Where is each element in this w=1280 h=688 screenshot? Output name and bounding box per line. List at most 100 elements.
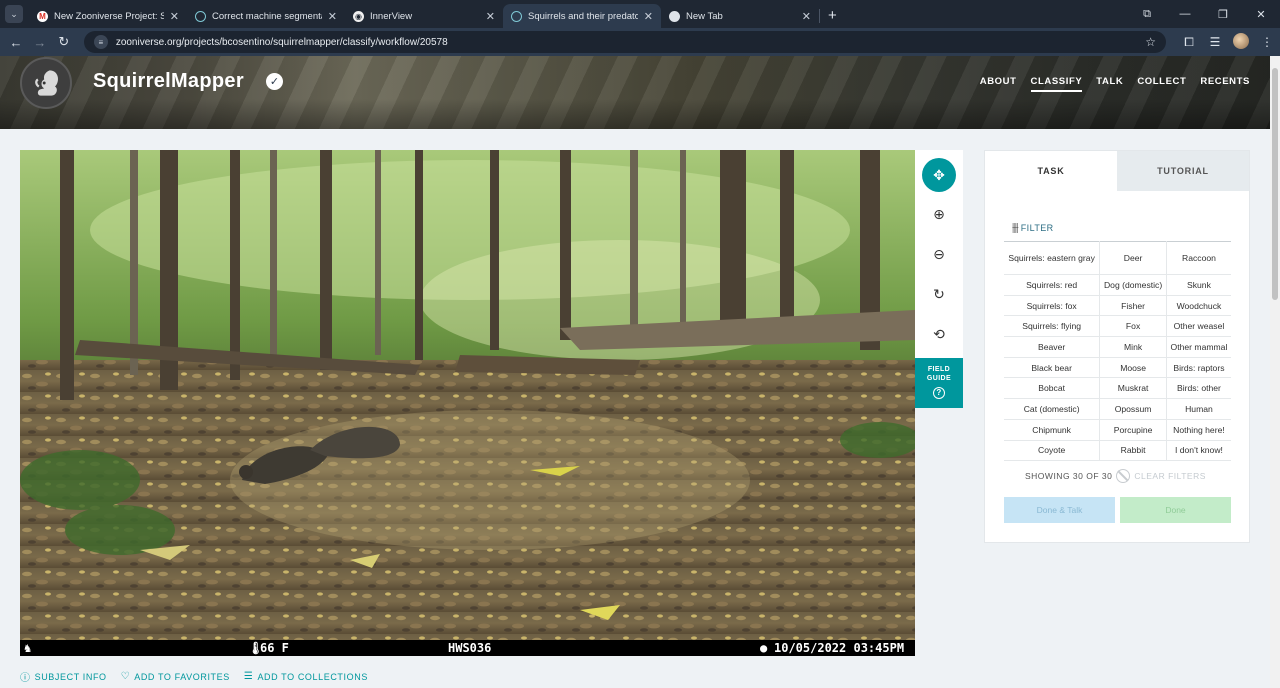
species-choice[interactable]: Moose — [1099, 357, 1167, 379]
species-choice[interactable]: Squirrels: flying — [1004, 315, 1100, 338]
new-tab-plus-icon[interactable]: + — [828, 7, 837, 24]
species-choice[interactable]: Squirrels: eastern gray — [1004, 241, 1100, 275]
tab-search-dropdown-icon[interactable]: ⌄ — [5, 5, 23, 23]
browning-logo-icon: ♞ — [24, 641, 32, 655]
species-choice[interactable]: Chipmunk — [1004, 419, 1100, 441]
reset-icon[interactable]: ⟲ — [922, 317, 956, 351]
tab-separator — [819, 9, 820, 23]
back-arrow-icon[interactable]: ← — [4, 35, 28, 50]
browser-tab-active[interactable]: Squirrels and their predators! | ✕ — [503, 4, 661, 28]
browser-tab[interactable]: Correct machine segmentation ✕ — [187, 4, 345, 28]
add-to-collections-link[interactable]: ☰ ADD TO COLLECTIONS — [244, 669, 368, 684]
forward-arrow-icon[interactable]: → — [28, 35, 52, 50]
species-choice[interactable]: Birds: raptors — [1165, 357, 1231, 379]
browser-tab[interactable]: M New Zooniverse Project: Scienc ✕ — [29, 4, 187, 28]
tab-title: InnerView — [370, 10, 413, 22]
species-choice[interactable]: Opossum — [1099, 398, 1167, 420]
kebab-menu-icon[interactable]: ⋮ — [1254, 35, 1280, 49]
species-choice[interactable]: Fox — [1099, 315, 1167, 338]
move-icon[interactable]: ✥ — [922, 158, 956, 192]
reading-list-icon[interactable]: ☰ — [1202, 35, 1228, 49]
minimize-icon[interactable]: — — [1166, 8, 1204, 20]
species-choice[interactable]: Nothing here! — [1165, 419, 1231, 441]
species-choice[interactable]: Mink — [1099, 336, 1167, 358]
reload-icon[interactable]: ↻ — [52, 34, 76, 50]
profile-avatar[interactable] — [1228, 32, 1254, 52]
species-choice[interactable]: Rabbit — [1099, 440, 1167, 462]
species-choice[interactable]: Human — [1165, 398, 1231, 420]
url-text[interactable]: zooniverse.org/projects/bcosentino/squir… — [116, 37, 1145, 48]
filter-button[interactable]: ⫲⫲ FILTER — [1012, 220, 1054, 235]
collections-label: ADD TO COLLECTIONS — [257, 671, 368, 682]
restore-icon[interactable]: ❐ — [1204, 8, 1242, 21]
zoom-out-icon[interactable]: ⊖ — [922, 237, 956, 271]
nav-collect[interactable]: COLLECT — [1137, 76, 1186, 92]
close-tab-icon[interactable]: ✕ — [328, 10, 337, 23]
scrollbar-thumb[interactable] — [1272, 68, 1278, 300]
close-tab-icon[interactable]: ✕ — [486, 10, 495, 23]
species-choice[interactable]: Woodchuck — [1165, 295, 1231, 317]
species-choice[interactable]: I don't know! — [1165, 440, 1231, 462]
species-choice[interactable]: Cat (domestic) — [1004, 398, 1100, 420]
choice-row: Chipmunk Porcupine Nothing here! — [1004, 419, 1231, 441]
species-choice[interactable]: Coyote — [1004, 440, 1100, 462]
close-tab-icon[interactable]: ✕ — [644, 10, 653, 23]
browser-tools: ⧠ ☰ ⋮ — [1176, 32, 1280, 52]
tab-tutorial[interactable]: TUTORIAL — [1117, 151, 1249, 191]
browser-tab[interactable]: New Tab ✕ — [661, 4, 819, 28]
done-button[interactable]: Done — [1120, 497, 1231, 523]
rotate-icon[interactable]: ↻ — [922, 277, 956, 311]
field-guide-button[interactable]: FIELD GUIDE ? — [915, 358, 963, 408]
moon-phase-icon: ● — [760, 641, 768, 655]
close-tab-icon[interactable]: ✕ — [170, 10, 179, 23]
showing-count: SHOWING 30 OF 30 CLEAR FILTERS — [1025, 469, 1206, 483]
species-choice[interactable]: Fisher — [1099, 295, 1167, 317]
address-bar[interactable]: ≡ zooniverse.org/projects/bcosentino/squ… — [83, 31, 1166, 53]
clear-filters-button[interactable]: CLEAR FILTERS — [1134, 471, 1206, 481]
species-choice[interactable]: Raccoon — [1165, 241, 1231, 275]
no-entry-icon — [1116, 469, 1131, 483]
species-choice[interactable]: Skunk — [1165, 274, 1231, 296]
species-choice[interactable]: Birds: other — [1165, 377, 1231, 400]
bookmark-star-icon[interactable]: ☆ — [1145, 35, 1156, 49]
nav-classify[interactable]: CLASSIFY — [1030, 76, 1083, 92]
site-settings-icon[interactable]: ≡ — [93, 35, 108, 49]
camera-id-text: HWS036 — [448, 641, 492, 655]
tab-task[interactable]: TASK — [985, 151, 1117, 191]
zoom-in-icon[interactable]: ⊕ — [922, 197, 956, 231]
project-avatar[interactable] — [20, 57, 72, 109]
nav-recents[interactable]: RECENTS — [1200, 76, 1250, 92]
subject-image[interactable]: ♞ 🌡 66 F HWS036 ● 10/05/2022 03:45PM — [20, 150, 915, 656]
close-window-icon[interactable]: ✕ — [1242, 8, 1280, 21]
extensions-puzzle-icon[interactable]: ⧠ — [1176, 35, 1202, 50]
done-and-talk-button[interactable]: Done & Talk — [1004, 497, 1115, 523]
choice-row: Coyote Rabbit I don't know! — [1004, 440, 1231, 462]
species-choice[interactable]: Muskrat — [1099, 377, 1167, 400]
species-choice[interactable]: Deer — [1099, 241, 1167, 275]
species-choice[interactable]: Squirrels: red — [1004, 274, 1100, 296]
species-choice[interactable]: Other weasel — [1165, 315, 1231, 338]
species-choice[interactable]: Squirrels: fox — [1004, 295, 1100, 317]
nav-talk[interactable]: TALK — [1096, 76, 1123, 92]
subject-info-link[interactable]: ⓘ SUBJECT INFO — [20, 669, 107, 685]
project-title[interactable]: SquirrelMapper — [93, 70, 244, 93]
showing-text: SHOWING 30 OF 30 — [1025, 471, 1113, 481]
tab-title: Correct machine segmentation — [212, 10, 322, 22]
species-choice[interactable]: Dog (domestic) — [1099, 274, 1167, 296]
close-tab-icon[interactable]: ✕ — [802, 10, 811, 23]
species-choice[interactable]: Porcupine — [1099, 419, 1167, 441]
species-choice[interactable]: Black bear — [1004, 357, 1100, 379]
add-to-favorites-link[interactable]: ♡ ADD TO FAVORITES — [121, 669, 230, 684]
browser-tab[interactable]: ◉ InnerView ✕ — [345, 4, 503, 28]
species-choice[interactable]: Other mammal — [1165, 336, 1231, 358]
nav-about[interactable]: ABOUT — [980, 76, 1017, 92]
tab-search-icon[interactable]: ⧉ — [1128, 8, 1166, 21]
project-header: SquirrelMapper ✓ ABOUT CLASSIFY TALK COL… — [0, 56, 1270, 129]
tab-title: New Tab — [686, 10, 723, 22]
page-scrollbar[interactable] — [1270, 56, 1280, 688]
zooniverse-icon — [511, 10, 522, 22]
task-tabs: TASK TUTORIAL — [985, 151, 1249, 191]
species-choice[interactable]: Beaver — [1004, 336, 1100, 358]
field-guide-label: FIELD — [927, 366, 951, 373]
species-choice[interactable]: Bobcat — [1004, 377, 1100, 400]
